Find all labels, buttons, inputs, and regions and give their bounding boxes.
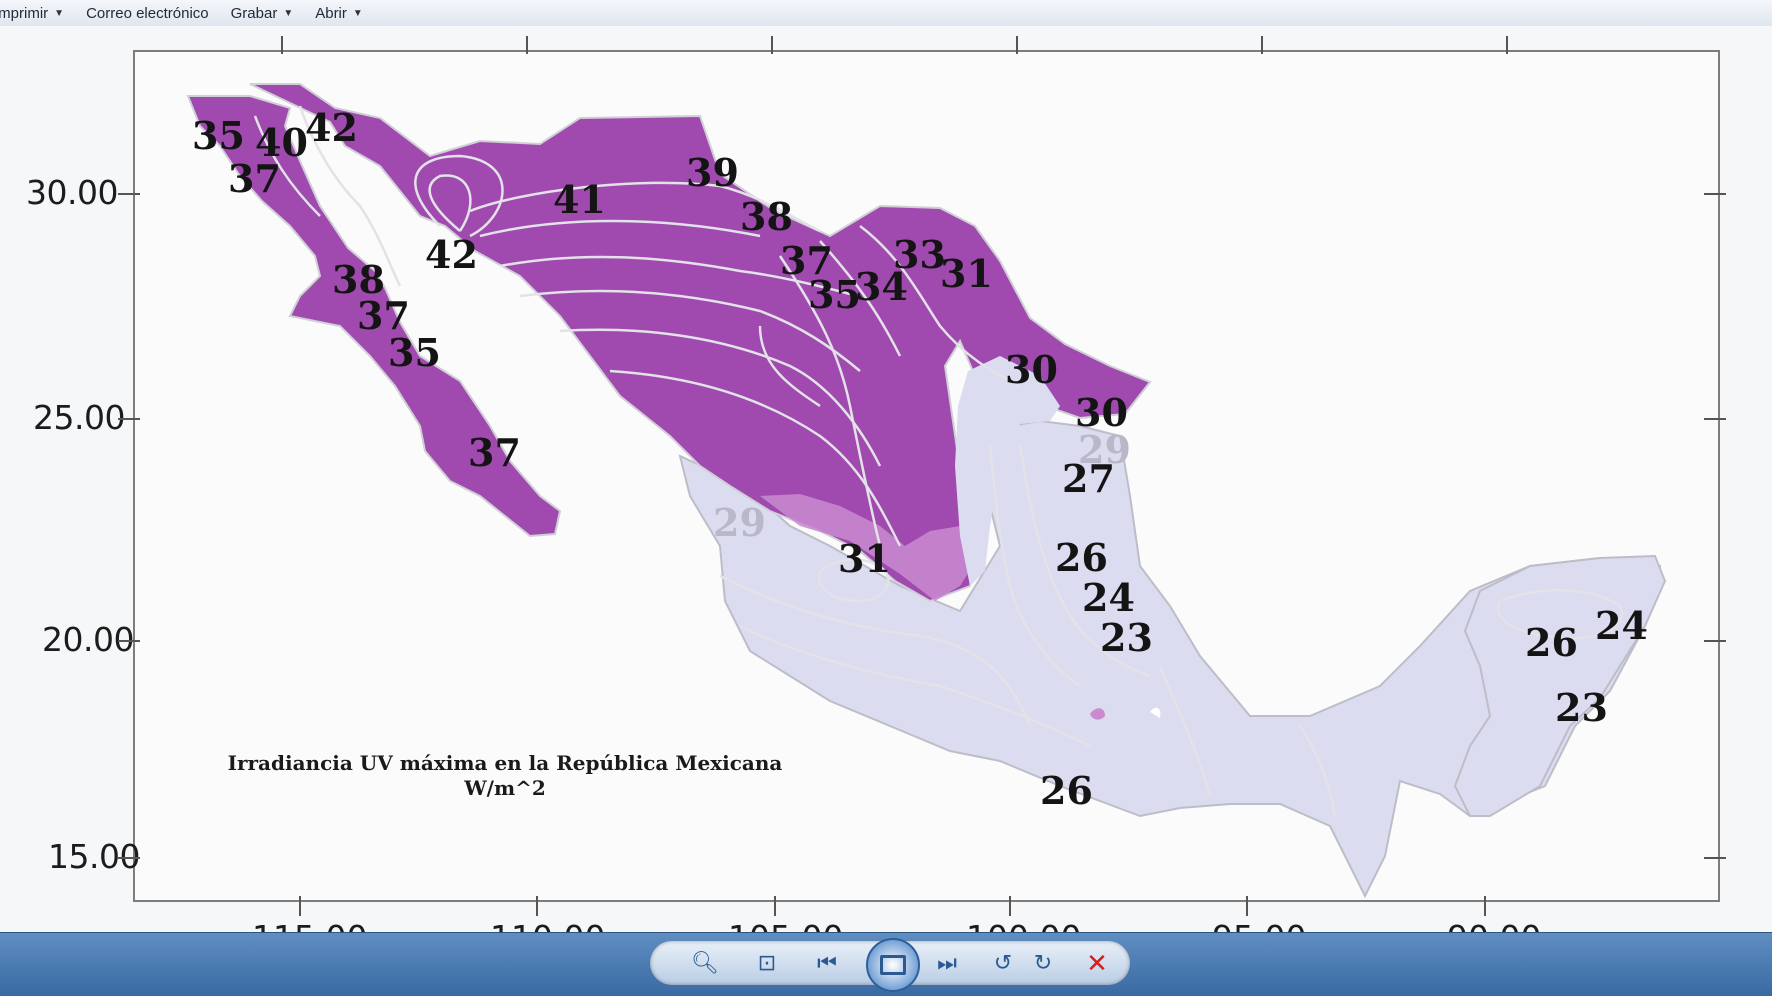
contour-label: 42 bbox=[425, 232, 478, 277]
contour-label: 30 bbox=[1005, 347, 1058, 392]
contour-label: 26 bbox=[1055, 535, 1108, 580]
zoom-icon[interactable]: 🔍︎ bbox=[688, 947, 722, 979]
contour-label: 24 bbox=[1082, 575, 1135, 620]
fit-window-icon[interactable]: ⊡ bbox=[750, 947, 784, 979]
contour-label: 31 bbox=[838, 536, 891, 581]
contour-label: 27 bbox=[1062, 456, 1115, 501]
print-menu[interactable]: Imprimir ▼ bbox=[0, 5, 64, 22]
contour-label: 37 bbox=[228, 156, 281, 201]
rotate-left-icon[interactable]: ↺ bbox=[986, 947, 1020, 979]
contour-label: 24 bbox=[1595, 603, 1648, 648]
burn-label: Grabar bbox=[230, 4, 278, 22]
map-caption-title: Irradiancia UV máxima en la República Me… bbox=[227, 751, 783, 775]
contour-label: 29 bbox=[713, 500, 766, 545]
contour-label: 31 bbox=[940, 251, 993, 296]
print-label: Imprimir bbox=[0, 4, 49, 22]
contour-label: 35 bbox=[808, 272, 861, 317]
next-icon[interactable]: ⏭ bbox=[930, 947, 964, 979]
viewer-toolbar: Imprimir ▼ Correo electrónico Grabar ▼ A… bbox=[0, 0, 1772, 27]
contour-label: 39 bbox=[686, 150, 739, 195]
open-label: Abrir bbox=[315, 4, 347, 22]
contour-label: 35 bbox=[388, 330, 441, 375]
burn-menu[interactable]: Grabar ▼ bbox=[231, 5, 294, 22]
email-button[interactable]: Correo electrónico bbox=[86, 5, 209, 22]
delete-icon[interactable]: ✕ bbox=[1080, 947, 1114, 979]
slideshow-icon[interactable] bbox=[866, 938, 920, 992]
contour-label: 26 bbox=[1040, 768, 1093, 813]
contour-label: 37 bbox=[468, 430, 521, 475]
chevron-down-icon: ▼ bbox=[352, 7, 363, 19]
contour-label: 26 bbox=[1525, 620, 1578, 665]
contour-label: 23 bbox=[1555, 685, 1608, 730]
photo-canvas: 30.00 25.00 20.00 15.00 115.00 110.00 10… bbox=[0, 26, 1772, 957]
map-caption-units: W/m^2 bbox=[464, 776, 546, 800]
contour-label: 38 bbox=[740, 194, 793, 239]
viewer-controls: 🔍︎ ⊡ ⏮ ⏭ ↺ ↻ ✕ bbox=[650, 938, 1130, 992]
chevron-down-icon: ▼ bbox=[54, 7, 65, 19]
contour-label: 23 bbox=[1100, 615, 1153, 660]
chevron-down-icon: ▼ bbox=[283, 7, 294, 19]
email-label: Correo electrónico bbox=[86, 4, 209, 22]
previous-icon[interactable]: ⏮ bbox=[810, 947, 844, 979]
contour-label: 41 bbox=[553, 177, 606, 222]
contour-label: 35 bbox=[192, 113, 245, 158]
rotate-right-icon[interactable]: ↻ bbox=[1026, 947, 1060, 979]
viewer-bottom-bar: 🔍︎ ⊡ ⏮ ⏭ ↺ ↻ ✕ bbox=[0, 932, 1772, 996]
contour-label: 33 bbox=[893, 232, 946, 277]
open-menu[interactable]: Abrir ▼ bbox=[315, 5, 363, 22]
contour-label: 42 bbox=[305, 105, 358, 150]
